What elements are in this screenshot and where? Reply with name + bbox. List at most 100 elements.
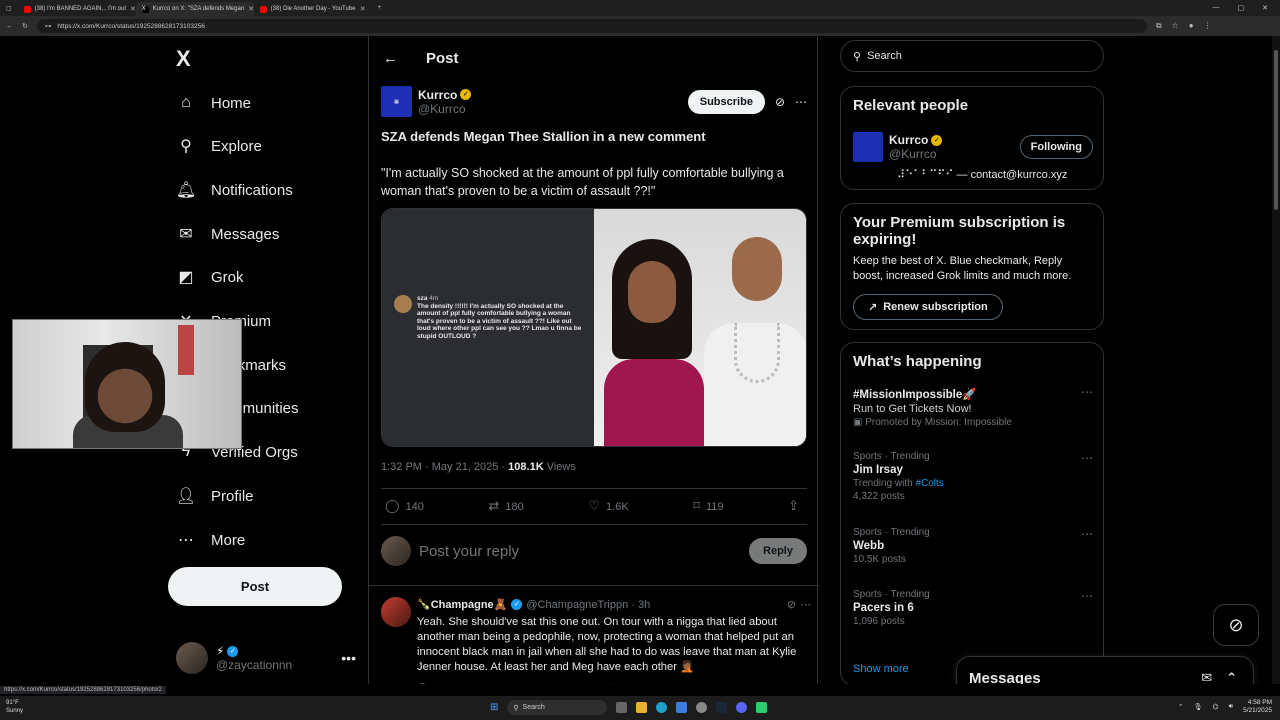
reply-input[interactable]: Post your reply [419, 543, 519, 560]
more-dots-icon[interactable]: ••• [341, 650, 356, 666]
task-view-icon[interactable] [616, 702, 628, 713]
post-button[interactable]: Post [168, 567, 342, 606]
like-action[interactable]: ♡ 1.6K [588, 498, 628, 514]
media-photo[interactable] [594, 209, 806, 446]
clock[interactable]: 4:58 PM 5/21/2025 [1243, 699, 1272, 715]
renew-subscription-button[interactable]: ↗ Renew subscription [853, 294, 1003, 320]
relevant-person[interactable]: Kurrco ✓ @Kurrco Following [853, 132, 1093, 162]
tab-menu-icon[interactable]: ▢ [0, 5, 18, 12]
x-logo[interactable]: X [176, 46, 191, 72]
search-input[interactable]: ⚲ Search [840, 40, 1104, 72]
reply-author-handle[interactable]: @ChampagneTrippn · 3h [526, 599, 650, 611]
more-dots-icon[interactable]: ⋯ [1081, 527, 1093, 541]
post-time[interactable]: 1:32 PM · May 21, 2025 · [381, 461, 508, 473]
reply-author-name[interactable]: 🍾Champagne🧸 [417, 598, 507, 611]
like-action[interactable]: ♡ 191 [606, 683, 634, 684]
trend-item[interactable]: Sports · Trending Pacers in 6 1,096 post… [853, 589, 1093, 627]
repost-action[interactable]: ⇄ 180 [489, 498, 524, 514]
share-action[interactable]: ⇪ [788, 498, 805, 514]
grok-icon[interactable]: ⊘ [775, 95, 785, 109]
chevron-up-icon[interactable]: ⌃ [1178, 703, 1184, 711]
new-tab-icon[interactable]: + [372, 5, 388, 11]
mic-icon[interactable]: 🎙︎ [1194, 703, 1203, 711]
nav-messages[interactable]: ✉ Messages [176, 219, 279, 249]
more-dots-icon[interactable]: ⋯ [1081, 589, 1093, 603]
post-body: "I'm actually SO shocked at the amount o… [381, 166, 784, 198]
scrollbar-thumb[interactable] [1274, 50, 1278, 210]
weather-widget[interactable]: 91°F Sunny [6, 699, 23, 715]
steam-icon[interactable] [716, 702, 728, 713]
search-icon: ⚲ [180, 138, 192, 155]
trend-item[interactable]: Sports · Trending Webb 10.5K posts ⋯ [853, 527, 1093, 565]
app-icon[interactable] [756, 702, 768, 713]
network-icon[interactable]: ⌬ [1213, 703, 1219, 711]
volume-icon[interactable]: 🔊︎ [1229, 703, 1233, 711]
settings-icon[interactable] [696, 702, 708, 713]
close-window-icon[interactable]: ✕ [1262, 4, 1268, 12]
reply-button[interactable]: Reply [749, 538, 807, 564]
back-icon[interactable]: ← [6, 23, 13, 30]
taskbar-search[interactable]: ⚲ Search [507, 700, 608, 715]
close-icon[interactable]: ✕ [130, 5, 136, 13]
bookmark-icon[interactable]: ⌑ [802, 683, 807, 684]
store-icon[interactable] [676, 702, 688, 713]
trend-hashtag[interactable]: #Colts [915, 478, 943, 489]
discord-icon[interactable] [736, 702, 748, 713]
minimize-icon[interactable]: — [1213, 4, 1220, 12]
bookmark-star-icon[interactable]: ☆ [1172, 21, 1179, 31]
close-icon[interactable]: ✕ [248, 5, 253, 13]
new-message-icon[interactable]: ✉ [1201, 670, 1212, 684]
browser-tab-2[interactable]: X Kurrco on X: "SZA defends Megan ✕ [135, 2, 254, 16]
file-explorer-icon[interactable] [636, 702, 648, 713]
avatar[interactable]: ▦ [381, 86, 412, 117]
following-button[interactable]: Following [1019, 135, 1093, 159]
nav-home[interactable]: ⌂ Home [176, 88, 251, 118]
subscribe-button[interactable]: Subscribe [687, 89, 765, 114]
nav-profile[interactable]: 👤︎ Profile [176, 481, 254, 511]
nav-explore[interactable]: ⚲ Explore [176, 131, 262, 161]
url-field[interactable]: ⊶ https://x.com/Kurrco/status/1925288628… [36, 19, 1147, 33]
grok-icon[interactable]: ⊘ [787, 598, 796, 611]
bell-icon: 🔔︎ [175, 182, 197, 199]
author-name-row[interactable]: Kurrco ✓ [418, 88, 472, 102]
views-action[interactable]: ▮ 5K [708, 683, 729, 684]
avatar[interactable] [853, 132, 883, 162]
maximize-icon[interactable]: ▢ [1238, 4, 1245, 12]
site-info-icon[interactable]: ⊶ [45, 22, 52, 30]
post-media[interactable]: sza 4m The density !!!!!! I'm actually S… [381, 208, 807, 447]
grok-floating-button[interactable]: ⊘ [1213, 604, 1259, 646]
messages-drawer[interactable]: Messages ✉ ⌃ [956, 656, 1254, 684]
menu-icon[interactable]: ⋮ [1204, 21, 1212, 31]
browser-tab-3[interactable]: (38) Die Another Day - YouTube ✕ [254, 2, 372, 16]
account-switcher[interactable]: ⚡ ✓ @zaycationnn ••• [176, 642, 356, 674]
edge-icon[interactable] [656, 702, 668, 713]
more-dots-icon[interactable]: ⋯ [795, 95, 807, 109]
nav-notifications[interactable]: 🔔︎ Notifications [176, 175, 293, 205]
show-more-link[interactable]: Show more [853, 663, 909, 675]
more-dots-icon[interactable]: ⋯ [1081, 385, 1093, 399]
trend-item[interactable]: #MissionImpossible🚀 Run to Get Tickets N… [853, 385, 1093, 428]
windows-start-icon[interactable]: ⊞ [490, 702, 498, 713]
close-icon[interactable]: ✕ [360, 5, 366, 13]
reload-icon[interactable]: ↻ [22, 22, 28, 30]
nav-grok[interactable]: ◩ Grok [176, 262, 243, 292]
media-screenshot[interactable]: sza 4m The density !!!!!! I'm actually S… [382, 209, 594, 446]
reply-action[interactable]: ◯ 10 [417, 683, 442, 684]
nav-more[interactable]: ⋯ More [176, 525, 245, 555]
extension-icon[interactable]: ⧉ [1156, 21, 1162, 31]
back-arrow-icon[interactable]: ← [383, 50, 398, 67]
more-dots-icon[interactable]: ⋯ [1081, 451, 1093, 465]
card-title: What’s happening [853, 353, 982, 370]
avatar[interactable] [381, 597, 411, 627]
author-handle[interactable]: @Kurrco [418, 102, 471, 116]
expand-up-icon[interactable]: ⌃ [1226, 670, 1237, 684]
browser-tab-1[interactable]: (38) I'm BANNED AGAIN... I'm out ✕ [18, 2, 136, 16]
trend-item[interactable]: Sports · Trending Jim Irsay Trending wit… [853, 451, 1093, 502]
repost-action[interactable]: ⇄ 6 [516, 683, 533, 684]
search-icon: ⚲ [853, 50, 862, 63]
profile-icon[interactable]: ● [1189, 21, 1194, 31]
page-scrollbar[interactable] [1272, 36, 1280, 684]
reply-action[interactable]: ◯ 140 [385, 498, 424, 514]
bookmark-action[interactable]: ⌑ 119 [693, 498, 723, 514]
more-dots-icon[interactable]: ⋯ [800, 598, 811, 611]
